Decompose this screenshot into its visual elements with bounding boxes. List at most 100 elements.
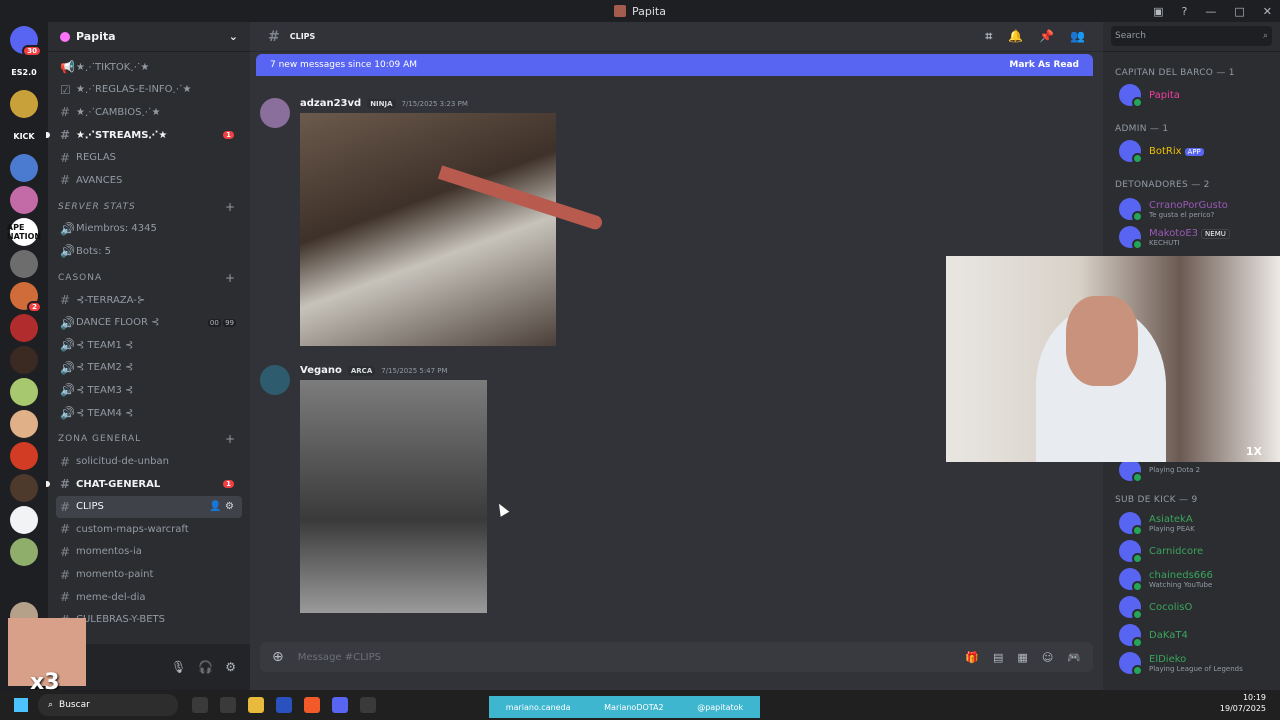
channel-item[interactable]: 🔊 ⊰ TEAM4 ⊰ [56,402,242,425]
channel-item[interactable]: # ⊰-TERRAZA-⊱ [56,289,242,312]
channel-item[interactable]: 🔊 ⊰ TEAM1 ⊰ [56,334,242,357]
server-icon[interactable] [10,346,38,374]
member-item[interactable]: DaKaT4 [1119,624,1188,648]
category-casona[interactable]: CASONA + [56,267,242,289]
chevron-down-icon[interactable]: ⌄ [229,30,238,43]
channel-item[interactable]: # CLIPS 👤 ⚙ [56,495,242,519]
gift-icon[interactable]: 🎁 [965,651,979,664]
app-icon[interactable] [220,697,236,713]
invite-icon[interactable]: 👤 [209,501,225,512]
server-icon[interactable] [10,442,38,470]
avatar[interactable] [260,98,290,128]
gear-icon[interactable]: ⚙ [225,501,234,512]
server-icon[interactable] [10,474,38,502]
member-item[interactable]: Carnidcore [1119,540,1203,564]
member-item[interactable]: Papita [1119,84,1180,108]
server-icon[interactable]: 30 [10,26,42,57]
server-icon[interactable] [10,250,38,278]
channel-item[interactable]: 📢 ★⋰TIKTOK⋰★ [56,56,242,79]
member-item[interactable]: chaineds666 Watching YouTube [1119,568,1213,592]
avatar[interactable] [260,365,290,395]
message-input[interactable]: Message #CLIPS [298,652,381,663]
channel-item[interactable]: ☑ ★⋰REGLAS-E-INFO⋰★ [56,79,242,102]
channel-item[interactable]: # AVANCES [56,169,242,192]
channel-item[interactable]: # momento-paint [56,563,242,586]
microphone-icon[interactable]: 🎙 [171,660,186,674]
server-icon[interactable]: APE NATION [7,218,41,246]
speaker-icon: 🔊 [60,244,75,259]
message-composer[interactable]: ⊕ Message #CLIPS 🎁 ▤ ▦ ☺ 🎮 [260,642,1093,672]
channel-item[interactable]: 🔊 Bots: 5 [56,240,242,263]
member-item[interactable]: BotRix APP [1119,140,1204,164]
close-button[interactable]: ✕ [1263,5,1272,18]
server-icon[interactable]: 2 [10,282,42,313]
headphones-icon[interactable]: 🎧 [198,660,213,674]
channel-item[interactable]: # CHAT-GENERAL 1 [46,473,242,496]
server-icon[interactable] [10,538,38,566]
bell-icon[interactable]: 🔔 [1008,29,1023,44]
server-icon[interactable] [10,570,38,598]
discord-icon[interactable] [332,697,348,713]
threads-icon[interactable]: ⌗ [985,29,992,44]
add-attachment-icon[interactable]: ⊕ [272,649,284,665]
minimize-button[interactable]: — [1205,5,1216,18]
task-view-icon[interactable] [192,697,208,713]
channel-item[interactable]: # meme-del-dia [56,586,242,609]
plus-icon[interactable]: + [225,200,236,214]
category-zona-general[interactable]: ZONA GENERAL + [56,428,242,450]
channel-item[interactable]: 🔊 ⊰ TEAM3 ⊰ [56,379,242,402]
gear-icon[interactable]: ⚙ [225,660,236,674]
channel-item[interactable]: 🔊 ⊰ TEAM2 ⊰ [56,357,242,380]
server-icon[interactable] [10,186,38,214]
inbox-icon[interactable]: ▣ [1153,5,1163,18]
system-clock[interactable]: 10:19 19/07/2025 [1220,692,1266,714]
mark-as-read-button[interactable]: Mark As Read [1009,60,1079,70]
category-server-stats[interactable]: SERVER STATS + [56,196,242,218]
member-item[interactable]: MakotoE3 NEMU KECHUTI [1119,226,1230,250]
server-icon[interactable]: KICK [10,122,38,150]
channel-item[interactable]: # custom-maps-warcraft [56,518,242,541]
member-item[interactable]: ElDieko Playing League of Legends [1119,652,1243,676]
message-author[interactable]: Vegano [300,365,342,376]
message-image[interactable] [300,380,487,613]
search-input[interactable]: Search ⌕ [1111,26,1272,46]
members-icon[interactable]: 👥 [1070,29,1085,44]
member-item[interactable]: Playing Dota 2 [1119,459,1200,483]
plus-icon[interactable]: + [225,432,236,446]
member-item[interactable]: AsiatekA Playing PEAK [1119,512,1195,536]
gif-icon[interactable]: ▤ [993,651,1003,664]
server-icon[interactable] [10,314,38,342]
channel-item[interactable]: # ★⋰STREAMS⋰★ 1 [46,124,242,147]
channel-item[interactable]: 🔊 Miembros: 4345 [56,218,242,241]
new-messages-bar[interactable]: 7 new messages since 10:09 AM Mark As Re… [256,54,1093,76]
pin-icon[interactable]: 📌 [1039,29,1054,44]
help-icon[interactable]: ? [1182,5,1188,18]
windows-start-icon[interactable] [14,698,28,712]
member-item[interactable]: CrranoPorGusto Te gusta el perico? [1119,198,1228,222]
server-header[interactable]: Papita ⌄ [48,22,250,52]
server-icon[interactable] [10,154,38,182]
folder-icon[interactable] [248,697,264,713]
emoji-icon[interactable]: ☺ [1042,651,1053,664]
member-item[interactable]: CocolisO [1119,596,1192,620]
channel-item[interactable]: # momentos-ia [56,541,242,564]
brave-icon[interactable] [304,697,320,713]
server-icon[interactable] [10,378,38,406]
sticker-icon[interactable]: ▦ [1017,651,1027,664]
activities-icon[interactable]: 🎮 [1067,651,1081,664]
message-author[interactable]: adzan23vd [300,98,361,109]
channel-item[interactable]: # solicitud-de-unban [56,450,242,473]
maximize-button[interactable]: □ [1234,5,1244,18]
channel-item[interactable]: # REGLAS [56,146,242,169]
channel-item[interactable]: # ★⋰CAMBIOS⋰★ [56,101,242,124]
server-icon[interactable] [10,90,38,118]
server-icon[interactable]: ES2.0 [10,58,38,86]
server-icon[interactable] [10,506,38,534]
server-icon[interactable] [10,410,38,438]
channel-item[interactable]: 🔊 DANCE FLOOR ⊰ 00 99 [56,311,242,334]
taskbar-search[interactable]: ⌕ Buscar [38,694,178,716]
app-icon[interactable] [360,697,376,713]
app-l-icon[interactable] [276,697,292,713]
plus-icon[interactable]: + [225,271,236,285]
message-image[interactable] [300,113,604,346]
